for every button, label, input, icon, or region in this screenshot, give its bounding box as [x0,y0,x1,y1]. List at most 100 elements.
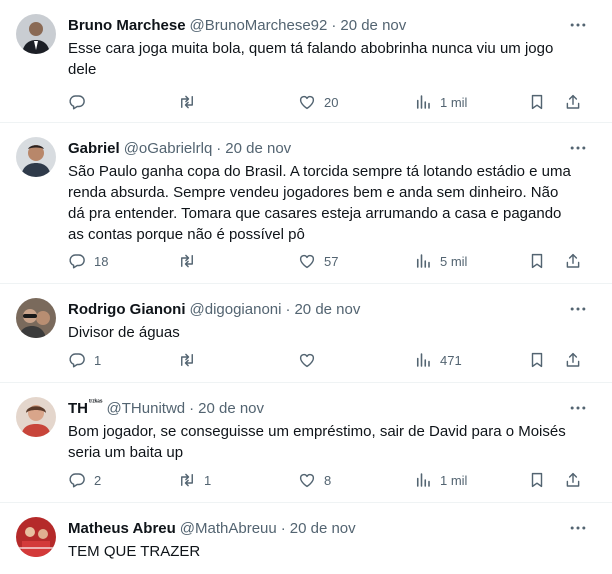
display-name[interactable]: Bruno Marchese [68,17,186,34]
display-name-superscript: ᵗʳᶻᵏᵃˢ [89,398,103,406]
bookmark-icon [528,252,546,270]
separator: · [216,139,222,157]
display-name[interactable]: Gabriel [68,140,120,157]
tweet-text: TEM QUE TRAZER [68,543,201,560]
views-icon [414,252,432,270]
separator: · [189,399,195,417]
more-icon[interactable] [568,17,588,33]
views-icon [414,471,432,489]
like-icon [298,93,316,111]
share-button[interactable] [564,350,582,370]
share-icon [564,252,582,270]
timestamp[interactable]: 20 de nov [294,301,360,318]
views-button[interactable]: 1 mil [414,92,467,112]
retweet-button[interactable]: 1 [178,470,211,490]
tweet-header: Gabriel @oGabrielrlq · 20 de nov [68,138,291,158]
avatar[interactable] [16,397,56,437]
reply-button[interactable]: 2 [68,470,101,490]
tweet-bruno-marchese[interactable]: Bruno Marchese @BrunoMarchese92 · 20 de … [0,0,612,123]
retweet-icon [178,351,196,369]
views-count: 471 [440,352,462,368]
more-icon[interactable] [568,301,588,317]
like-icon [298,351,316,369]
tweet-th[interactable]: TH ᵗʳᶻᵏᵃˢ @THunitwd · 20 de nov Bom jogad… [0,383,612,503]
like-count: 8 [324,472,332,488]
share-icon [564,351,582,369]
bookmark-icon [528,93,546,111]
user-handle[interactable]: @oGabrielrlq [124,140,213,157]
like-button[interactable]: 20 [298,92,338,112]
separator: · [331,16,337,34]
views-button[interactable]: 471 [414,350,462,370]
display-name[interactable]: Rodrigo Gianoni [68,301,186,318]
views-button[interactable]: 5 mil [414,251,467,271]
like-icon [298,252,316,270]
tweet-header: Bruno Marchese @BrunoMarchese92 · 20 de … [68,15,406,35]
retweet-button[interactable] [178,251,204,271]
tweet-gabriel[interactable]: Gabriel @oGabrielrlq · 20 de nov São Pau… [0,123,612,284]
share-icon [564,471,582,489]
like-icon [298,471,316,489]
tweet-rodrigo-gianoni[interactable]: Rodrigo Gianoni @digogianoni · 20 de nov… [0,284,612,383]
reply-count: 1 [94,352,102,368]
timestamp[interactable]: 20 de nov [198,400,264,417]
timestamp[interactable]: 20 de nov [225,140,291,157]
separator: · [280,519,286,537]
tweet-header: TH ᵗʳᶻᵏᵃˢ @THunitwd · 20 de nov [68,398,264,418]
views-icon [414,93,432,111]
action-bar: 18 57 5 mil [68,251,588,271]
views-count: 1 mil [440,94,468,110]
user-handle[interactable]: @BrunoMarchese92 [190,17,328,34]
more-icon[interactable] [568,520,588,536]
timestamp[interactable]: 20 de nov [340,17,406,34]
reply-icon [68,471,86,489]
views-count: 5 mil [440,253,468,269]
action-bar: 2 1 8 1 mil [68,470,588,490]
tweet-matheus-abreu[interactable]: Matheus Abreu @MathAbreuu · 20 de nov TE… [0,503,612,574]
timestamp[interactable]: 20 de nov [290,520,356,537]
reply-icon [68,351,86,369]
reply-count: 2 [94,472,102,488]
like-button[interactable]: 8 [298,470,331,490]
avatar[interactable] [16,298,56,338]
tweet-text: São Paulo ganha copa do Brasil. A torcid… [68,163,571,243]
bookmark-icon [528,471,546,489]
avatar[interactable] [16,137,56,177]
reply-feed: Bruno Marchese @BrunoMarchese92 · 20 de … [0,0,612,574]
reply-button[interactable] [68,92,94,112]
retweet-button[interactable] [178,92,204,112]
tweet-header: Matheus Abreu @MathAbreuu · 20 de nov [68,518,356,538]
user-handle[interactable]: @digogianoni [190,301,282,318]
more-icon[interactable] [568,400,588,416]
display-name[interactable]: Matheus Abreu [68,520,176,537]
share-icon [564,93,582,111]
more-icon[interactable] [568,140,588,156]
action-bar: 1 471 [68,350,588,370]
bookmark-button[interactable] [528,350,546,370]
tweet-text: Divisor de águas [68,324,180,341]
bookmark-button[interactable] [528,470,546,490]
avatar[interactable] [16,14,56,54]
retweet-count: 1 [204,472,212,488]
share-button[interactable] [564,470,582,490]
like-button[interactable] [298,350,324,370]
bookmark-button[interactable] [528,251,546,271]
bookmark-button[interactable] [528,92,546,112]
reply-button[interactable]: 18 [68,251,108,271]
avatar[interactable] [16,517,56,557]
user-handle[interactable]: @MathAbreuu [180,520,277,537]
like-count: 20 [324,94,339,110]
views-button[interactable]: 1 mil [414,470,467,490]
display-name[interactable]: TH [68,400,88,417]
share-button[interactable] [564,251,582,271]
reply-button[interactable]: 1 [68,350,101,370]
reply-icon [68,93,86,111]
user-handle[interactable]: @THunitwd [107,400,186,417]
reply-icon [68,252,86,270]
share-button[interactable] [564,92,582,112]
separator: · [285,300,291,318]
like-button[interactable]: 57 [298,251,338,271]
reply-count: 18 [94,253,109,269]
retweet-icon [178,471,196,489]
retweet-button[interactable] [178,350,204,370]
